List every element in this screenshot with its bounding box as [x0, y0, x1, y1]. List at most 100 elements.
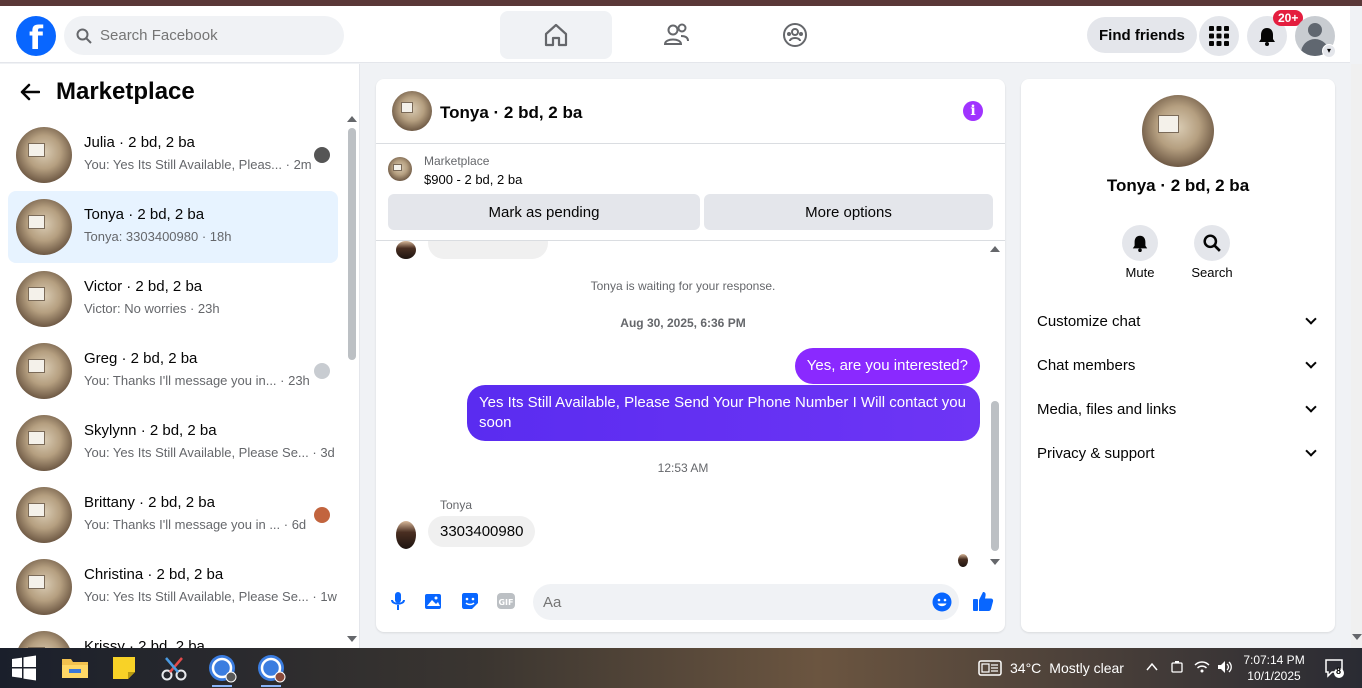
mute-button[interactable]	[1122, 225, 1158, 261]
mute-label: Mute	[1125, 265, 1155, 280]
read-receipt-avatar	[958, 554, 968, 567]
find-friends-button[interactable]: Find friends	[1087, 17, 1197, 53]
listing-banner: Marketplace $900 - 2 bd, 2 ba Mark as pe…	[376, 145, 1005, 241]
conversation-name: Julia · 2 bd, 2 ba	[84, 134, 195, 151]
temperature: 34°C	[1010, 660, 1042, 676]
incoming-message[interactable]: 3303400980	[428, 516, 536, 547]
back-arrow-icon[interactable]	[20, 83, 40, 101]
wifi-icon[interactable]	[1194, 660, 1210, 677]
notification-center-icon[interactable]: 8	[1324, 658, 1344, 678]
conversation-item[interactable]: Greg · 2 bd, 2 ba You: Thanks I'll messa…	[8, 335, 338, 407]
more-options-button[interactable]: More options	[704, 194, 993, 230]
listing-profile-image[interactable]	[1142, 95, 1214, 167]
groups-icon	[783, 23, 807, 47]
listing-thumbnail	[16, 559, 72, 615]
sidebar-header: Marketplace	[20, 78, 195, 106]
sender-avatar[interactable]	[396, 521, 416, 549]
media-files-links-section[interactable]: Media, files and links	[1037, 399, 1319, 419]
conversation-snippet: You: Yes Its Still Available, Pleas... ·…	[84, 157, 312, 172]
chevron-down-icon[interactable]: ▾	[1322, 44, 1336, 58]
page-scrollbar[interactable]	[1351, 64, 1362, 648]
battery-icon[interactable]	[1170, 660, 1184, 677]
listing-thumbnail	[16, 487, 72, 543]
sticky-notes-icon[interactable]	[108, 652, 140, 684]
home-icon	[544, 23, 568, 47]
microphone-icon[interactable]	[388, 591, 408, 611]
message-thread: Tonya is waiting for your response. Aug …	[376, 241, 1005, 571]
listing-thumbnail	[16, 631, 72, 648]
sender-name: Tonya	[440, 498, 473, 512]
conversation-info-panel: Tonya · 2 bd, 2 ba Mute Search Customize…	[1021, 79, 1335, 632]
outgoing-message[interactable]: Yes Its Still Available, Please Send You…	[467, 385, 980, 441]
message-bubble-partial	[428, 241, 548, 259]
conversation-snippet: You: Thanks I'll message you in... · 23h	[84, 373, 310, 388]
outgoing-message[interactable]: Yes, are you interested?	[794, 348, 980, 384]
listing-thumbnail	[16, 127, 72, 183]
clock-date: 10/1/2025	[1247, 669, 1301, 683]
chat-title[interactable]: Tonya · 2 bd, 2 ba	[440, 103, 582, 123]
conversation-item[interactable]: Brittany · 2 bd, 2 ba You: Thanks I'll m…	[8, 479, 338, 551]
search-box[interactable]	[64, 16, 344, 55]
menu-button[interactable]	[1199, 16, 1239, 56]
conversation-list: Julia · 2 bd, 2 ba You: Yes Its Still Av…	[8, 119, 338, 648]
chrome-browser-icon[interactable]	[206, 652, 238, 687]
thread-scrollbar[interactable]	[989, 241, 1001, 571]
chevron-down-icon	[1305, 313, 1317, 325]
conversation-name: Victor · 2 bd, 2 ba	[84, 278, 203, 295]
facebook-logo[interactable]: f	[16, 16, 56, 56]
search-input[interactable]	[100, 27, 320, 44]
thumbs-up-icon[interactable]	[972, 589, 994, 613]
conversation-item[interactable]: Christina · 2 bd, 2 ba You: Yes Its Stil…	[8, 551, 338, 623]
message-input[interactable]	[543, 593, 913, 611]
chevron-up-icon[interactable]	[1146, 660, 1158, 675]
customize-chat-section[interactable]: Customize chat	[1037, 311, 1319, 331]
timestamp: Aug 30, 2025, 6:36 PM	[620, 316, 746, 330]
nav-tab-groups[interactable]	[739, 11, 851, 59]
seen-avatar	[314, 147, 330, 163]
weather-widget[interactable]: 34°C Mostly clear	[978, 659, 1124, 677]
windows-start-icon[interactable]	[8, 652, 40, 684]
chat-members-section[interactable]: Chat members	[1037, 355, 1319, 375]
info-icon[interactable]: i	[963, 101, 983, 121]
sticker-icon[interactable]	[460, 591, 480, 611]
notification-count: 8	[1336, 666, 1342, 676]
nav-tab-home[interactable]	[500, 11, 612, 59]
grid-menu-icon	[1209, 26, 1229, 46]
sender-avatar	[396, 241, 416, 259]
chat-listing-thumbnail[interactable]	[392, 91, 432, 131]
search-icon	[76, 28, 92, 44]
search-label: Search	[1191, 265, 1233, 280]
privacy-support-section[interactable]: Privacy & support	[1037, 443, 1319, 463]
chat-header: Tonya · 2 bd, 2 ba i	[376, 79, 1005, 144]
system-clock[interactable]: 7:07:14 PM 10/1/2025	[1240, 652, 1308, 684]
listing-thumbnail	[388, 157, 412, 181]
conversation-snippet: You: Yes Its Still Available, Please Se.…	[84, 445, 335, 460]
conversation-item-active[interactable]: Tonya · 2 bd, 2 ba Tonya: 3303400980 · 1…	[8, 191, 338, 263]
listing-price[interactable]: $900 - 2 bd, 2 ba	[424, 172, 522, 187]
search-in-chat-button[interactable]	[1194, 225, 1230, 261]
gif-icon[interactable]: GIF	[496, 591, 516, 611]
nav-tab-friends[interactable]	[620, 11, 732, 59]
section-label: Chat members	[1037, 356, 1136, 374]
page-title: Marketplace	[56, 78, 195, 105]
file-explorer-icon[interactable]	[59, 652, 91, 684]
section-label: Privacy & support	[1037, 444, 1155, 462]
listing-source-label: Marketplace	[424, 154, 490, 168]
emoji-icon[interactable]	[932, 592, 952, 612]
conversation-item[interactable]: Victor · 2 bd, 2 ba Victor: No worries ·…	[8, 263, 338, 335]
message-input-box[interactable]	[533, 584, 959, 620]
conversation-item[interactable]: Krissy · 2 bd, 2 ba	[8, 623, 338, 648]
snipping-tool-icon[interactable]	[158, 652, 190, 684]
volume-icon[interactable]	[1217, 660, 1233, 677]
bell-icon	[1132, 235, 1148, 252]
conversation-name: Greg · 2 bd, 2 ba	[84, 350, 198, 367]
photo-icon[interactable]	[424, 591, 444, 611]
conversation-snippet: Tonya: 3303400980 · 18h	[84, 229, 232, 244]
mark-as-pending-button[interactable]: Mark as pending	[388, 194, 700, 230]
chrome-browser-icon-2[interactable]	[255, 652, 287, 687]
sidebar-scrollbar[interactable]	[347, 64, 357, 648]
conversation-snippet: Victor: No worries · 23h	[84, 301, 220, 316]
conversation-item[interactable]: Julia · 2 bd, 2 ba You: Yes Its Still Av…	[8, 119, 338, 191]
seen-avatar	[314, 363, 330, 379]
conversation-item[interactable]: Skylynn · 2 bd, 2 ba You: Yes Its Still …	[8, 407, 338, 479]
